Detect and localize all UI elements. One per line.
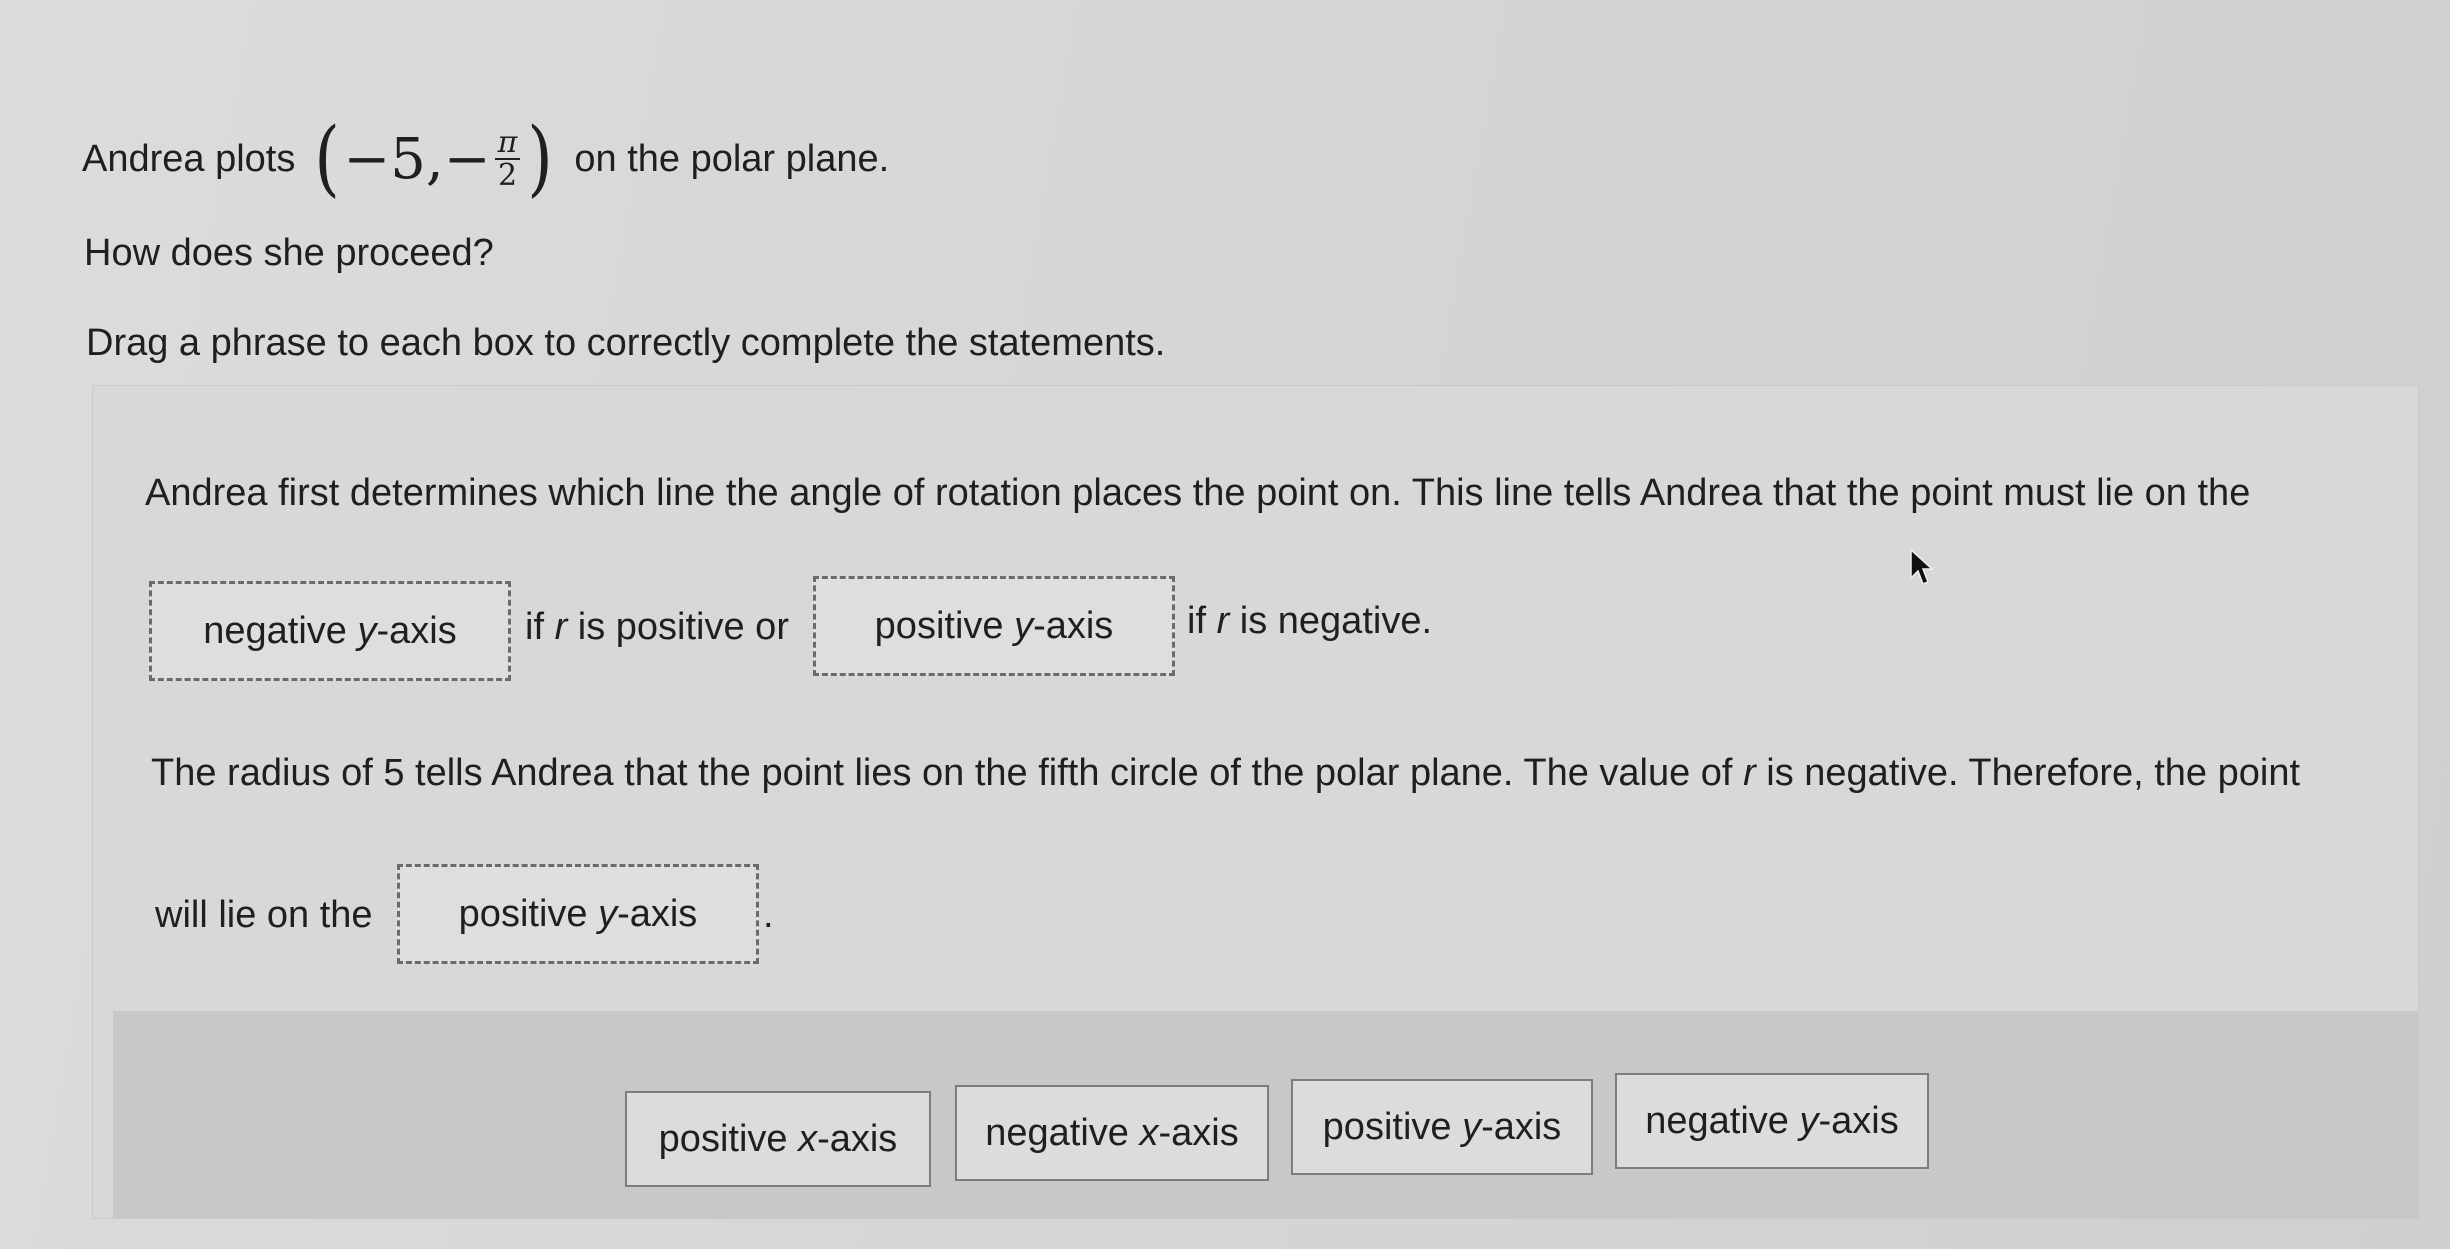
- coordinate-sign: −: [443, 126, 491, 192]
- mouse-pointer-icon: [1910, 548, 1934, 585]
- question-line: Andrea plots ( −5, − π 2 ) on the polar …: [82, 118, 889, 200]
- statement-2-end: .: [763, 894, 774, 936]
- drop-box-1-label: negative y-axis: [203, 609, 457, 652]
- chip-positive-x-axis[interactable]: positive x-axis: [625, 1091, 931, 1187]
- chip-negative-x-axis[interactable]: negative x-axis: [955, 1085, 1269, 1181]
- statement-2-lead: will lie on the: [155, 894, 373, 936]
- polar-coordinate: ( −5, − π 2 ): [314, 111, 554, 206]
- drop-box-2[interactable]: positive y-axis: [813, 576, 1175, 676]
- fraction-numerator: π: [494, 126, 521, 160]
- phrase-bank: positive x-axis negative x-axis positive…: [113, 1011, 2418, 1218]
- coordinate-r: −5,: [343, 126, 444, 192]
- statement-2-text: The radius of 5 tells Andrea that the po…: [151, 752, 2301, 794]
- statement-1-end: if r is negative.: [1187, 600, 1433, 642]
- drop-box-1[interactable]: negative y-axis: [149, 581, 511, 681]
- statement-1-middle: if r is positive or: [525, 606, 789, 648]
- question-prefix: Andrea plots: [82, 137, 296, 180]
- coordinate-fraction: π 2: [494, 126, 521, 193]
- question-suffix: on the polar plane.: [574, 137, 890, 180]
- drop-box-3[interactable]: positive y-axis: [397, 864, 759, 964]
- chip-negative-y-axis[interactable]: negative y-axis: [1615, 1073, 1929, 1169]
- instruction-text: Drag a phrase to each box to correctly c…: [86, 322, 1166, 364]
- drag-drop-workspace: Andrea first determines which line the a…: [92, 385, 2419, 1219]
- drop-box-2-label: positive y-axis: [874, 604, 1114, 647]
- fraction-denominator: 2: [497, 158, 518, 193]
- drop-box-3-label: positive y-axis: [458, 892, 698, 935]
- chip-positive-y-axis[interactable]: positive y-axis: [1291, 1079, 1593, 1175]
- statement-1-text: Andrea first determines which line the a…: [145, 472, 2251, 514]
- question-prompt: How does she proceed?: [84, 232, 494, 274]
